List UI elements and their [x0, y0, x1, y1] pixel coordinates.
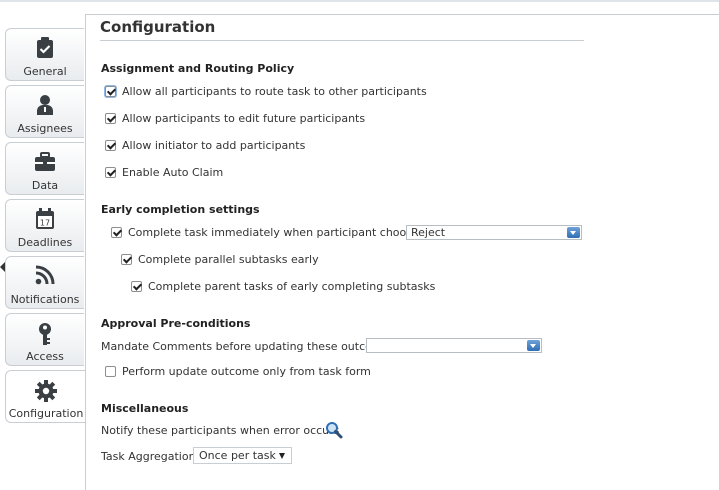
- edit-future-participants-checkbox[interactable]: [105, 113, 116, 124]
- option-parallel-subtasks: Complete parallel subtasks early: [121, 253, 319, 266]
- option-update-from-task-form: Perform update outcome only from task fo…: [105, 365, 371, 378]
- option-initiator-add: Allow initiator to add participants: [105, 139, 305, 152]
- title-divider: [100, 40, 584, 41]
- tab-label: Notifications: [10, 293, 80, 306]
- top-border: [0, 0, 719, 2]
- initiator-add-checkbox[interactable]: [105, 140, 116, 151]
- tab-label: Access: [26, 350, 64, 363]
- task-aggregation-select[interactable]: Once per task: [193, 447, 292, 464]
- option-complete-immediately: Complete task immediately when participa…: [111, 226, 424, 239]
- option-label: Allow all participants to route task to …: [122, 85, 427, 98]
- notify-participants-label: Notify these participants when error occ…: [101, 424, 340, 437]
- tab-access[interactable]: Access: [5, 313, 84, 366]
- tab-label: Data: [31, 179, 59, 192]
- complete-immediately-checkbox[interactable]: [111, 227, 122, 238]
- task-aggregation-label: Task Aggregation: [101, 450, 196, 463]
- briefcase-icon: [6, 151, 84, 175]
- section-heading-early-completion: Early completion settings: [101, 203, 260, 216]
- tab-general[interactable]: General: [5, 28, 84, 81]
- mandate-comments-select[interactable]: [366, 338, 542, 353]
- search-icon[interactable]: [325, 421, 343, 439]
- parent-tasks-checkbox[interactable]: [131, 281, 142, 292]
- outcome-select-value: Reject: [411, 226, 446, 239]
- collapse-arrow-icon[interactable]: [0, 262, 5, 272]
- section-heading-approval: Approval Pre-conditions: [101, 317, 251, 330]
- option-route-task: Allow all participants to route task to …: [105, 85, 427, 98]
- calendar-day: 17: [40, 219, 50, 228]
- task-aggregation-value: Once per task: [199, 449, 276, 462]
- tab-configuration[interactable]: Configuration: [5, 370, 86, 423]
- key-icon: [6, 322, 84, 346]
- tab-label: Configuration: [8, 407, 84, 420]
- gear-icon: [6, 379, 86, 403]
- option-parent-tasks: Complete parent tasks of early completin…: [131, 280, 435, 293]
- option-edit-future-participants: Allow participants to edit future partic…: [105, 112, 365, 125]
- route-task-checkbox[interactable]: [105, 86, 116, 97]
- option-label: Allow initiator to add participants: [122, 139, 306, 152]
- clipboard-check-icon: [6, 37, 84, 61]
- option-label: Complete task immediately when participa…: [128, 226, 425, 239]
- tab-label: General: [23, 65, 67, 78]
- outcome-select[interactable]: Reject: [406, 225, 582, 240]
- option-label: Complete parent tasks of early completin…: [148, 280, 436, 293]
- option-label: Perform update outcome only from task fo…: [122, 365, 371, 378]
- section-heading-misc: Miscellaneous: [101, 402, 189, 415]
- tab-deadlines[interactable]: 17 Deadlines: [5, 199, 84, 252]
- chevron-down-icon[interactable]: [527, 340, 540, 351]
- parallel-subtasks-checkbox[interactable]: [121, 254, 132, 265]
- tab-label: Deadlines: [17, 236, 73, 249]
- option-label: Enable Auto Claim: [122, 166, 224, 179]
- tab-notifications[interactable]: Notifications: [5, 256, 84, 309]
- calendar-icon: 17: [6, 208, 84, 232]
- section-heading-assignment: Assignment and Routing Policy: [101, 62, 295, 75]
- update-from-task-form-checkbox[interactable]: [105, 366, 116, 377]
- option-label: Complete parallel subtasks early: [138, 253, 319, 266]
- chevron-down-icon[interactable]: [567, 227, 580, 238]
- option-auto-claim: Enable Auto Claim: [105, 166, 223, 179]
- page-title: Configuration: [100, 18, 216, 36]
- tab-assignees[interactable]: Assignees: [5, 85, 84, 138]
- rss-icon: [6, 265, 84, 289]
- option-label: Allow participants to edit future partic…: [122, 112, 366, 125]
- mandate-comments-label: Mandate Comments before updating these o…: [101, 340, 396, 353]
- tab-label: Assignees: [17, 122, 73, 135]
- person-icon: [6, 94, 84, 118]
- auto-claim-checkbox[interactable]: [105, 167, 116, 178]
- chevron-down-icon: [279, 453, 285, 459]
- tab-data[interactable]: Data: [5, 142, 84, 195]
